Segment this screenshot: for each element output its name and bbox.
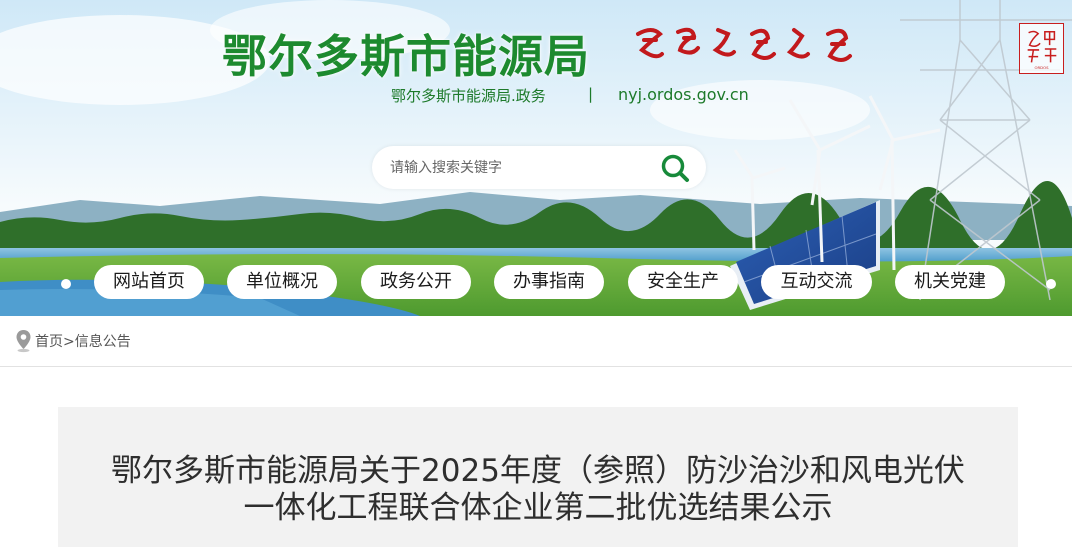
article-title-line-1: 鄂尔多斯市能源局关于2025年度（参照）防沙治沙和风电光伏: [111, 453, 965, 489]
site-domain: nyj.ordos.gov.cn: [618, 85, 749, 104]
site-title: 鄂尔多斯市能源局: [222, 30, 591, 83]
breadcrumb-home-link[interactable]: 首页: [35, 334, 63, 350]
mongolian-script-logo: [636, 27, 852, 62]
nav-item-home[interactable]: 网站首页: [94, 265, 204, 299]
breadcrumb-text: 首页>信息公告: [35, 331, 131, 351]
city-seal-logo: ORDOS: [1019, 23, 1064, 74]
nav-item-service-guide[interactable]: 办事指南: [494, 265, 604, 299]
search-button[interactable]: [658, 151, 692, 185]
search-input[interactable]: [388, 156, 652, 180]
breadcrumb-current-link[interactable]: 信息公告: [75, 334, 131, 350]
search-icon[interactable]: [658, 151, 692, 185]
svg-text:ORDOS: ORDOS: [1034, 65, 1049, 70]
header-banner: 鄂尔多斯市能源局 鄂尔多斯市能源局.政务 | nyj.ordos.gov.cn …: [0, 0, 1072, 316]
nav-item-gov-affairs[interactable]: 政务公开: [361, 265, 471, 299]
nav-item-interaction[interactable]: 互动交流: [761, 265, 872, 299]
article-header: 鄂尔多斯市能源局关于2025年度（参照）防沙治沙和风电光伏 一体化工程联合体企业…: [58, 407, 1018, 547]
breadcrumb-separator: >: [63, 334, 75, 350]
breadcrumb: 首页>信息公告: [0, 316, 1072, 367]
article-title: 鄂尔多斯市能源局关于2025年度（参照）防沙治沙和风电光伏 一体化工程联合体企业…: [58, 453, 1018, 527]
article-title-line-2: 一体化工程联合体企业第二批优选结果公示: [243, 490, 833, 526]
subtitle-separator: |: [588, 85, 594, 103]
nav-item-party[interactable]: 机关党建: [895, 265, 1005, 299]
nav-item-overview[interactable]: 单位概况: [227, 265, 337, 299]
site-subtitle: 鄂尔多斯市能源局.政务: [391, 87, 546, 105]
nav-dot-left: [61, 279, 71, 289]
location-pin-icon: [16, 330, 31, 353]
search-box: [372, 146, 706, 189]
nav-dot-right: [1046, 279, 1056, 289]
nav-item-safety[interactable]: 安全生产: [628, 265, 738, 299]
